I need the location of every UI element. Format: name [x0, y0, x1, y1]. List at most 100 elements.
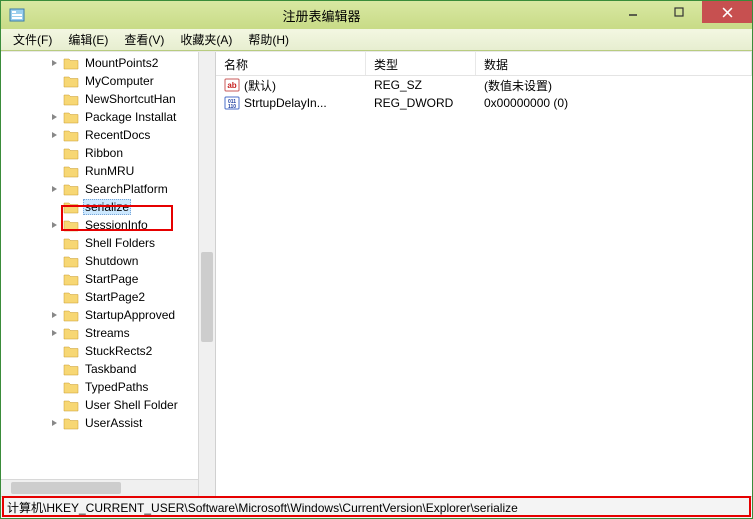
value-type: REG_DWORD: [366, 96, 476, 110]
expand-icon[interactable]: [49, 58, 60, 69]
folder-icon: [63, 93, 79, 106]
close-button[interactable]: [702, 1, 752, 23]
tree-item[interactable]: MountPoints2: [1, 54, 215, 72]
tree-item[interactable]: TypedPaths: [1, 378, 215, 396]
tree-item[interactable]: SessionInfo: [1, 216, 215, 234]
tree-item[interactable]: StartPage2: [1, 288, 215, 306]
minimize-icon: [628, 7, 638, 17]
tree-item[interactable]: Shell Folders: [1, 234, 215, 252]
string-value-icon: [224, 77, 240, 93]
maximize-button[interactable]: [656, 1, 702, 23]
tree-item[interactable]: NewShortcutHan: [1, 90, 215, 108]
expand-icon[interactable]: [49, 418, 60, 429]
tree-item-label: RunMRU: [83, 164, 136, 178]
tree-item-label: StartupApproved: [83, 308, 177, 322]
list-header: 名称 类型 数据: [216, 52, 752, 76]
tree-item[interactable]: Package Installat: [1, 108, 215, 126]
expand-icon[interactable]: [49, 184, 60, 195]
binary-value-icon: [224, 95, 240, 111]
values-list[interactable]: (默认)REG_SZ(数值未设置) StrtupDelayIn... REG_DWO…: [216, 76, 752, 496]
window-controls: [610, 1, 752, 29]
registry-editor-window: 注册表编辑器 文件(F) 编辑(E) 查看(V) 收藏夹(A) 帮助(H) Mo…: [0, 0, 753, 519]
tree-item[interactable]: StartupApproved: [1, 306, 215, 324]
tree-item[interactable]: serialize: [1, 198, 215, 216]
app-icon: [9, 7, 25, 23]
folder-icon: [63, 75, 79, 88]
tree-item-label: Shell Folders: [83, 236, 157, 250]
tree-item-label: MountPoints2: [83, 56, 160, 70]
expand-icon[interactable]: [49, 130, 60, 141]
tree-item[interactable]: StartPage: [1, 270, 215, 288]
folder-icon: [63, 309, 79, 322]
folder-icon: [63, 129, 79, 142]
folder-icon: [63, 399, 79, 412]
tree-item-label: StuckRects2: [83, 344, 154, 358]
value-name: StrtupDelayIn...: [244, 96, 327, 110]
tree-item-label: Shutdown: [83, 254, 140, 268]
folder-icon: [63, 345, 79, 358]
expand-icon[interactable]: [49, 112, 60, 123]
list-row[interactable]: (默认)REG_SZ(数值未设置): [216, 76, 752, 94]
tree-item[interactable]: SearchPlatform: [1, 180, 215, 198]
folder-icon: [63, 183, 79, 196]
folder-icon: [63, 57, 79, 70]
tree-item-label: Streams: [83, 326, 132, 340]
menu-favorites[interactable]: 收藏夹(A): [172, 29, 240, 50]
scrollbar-thumb[interactable]: [11, 482, 121, 494]
minimize-button[interactable]: [610, 1, 656, 23]
tree-item[interactable]: Taskband: [1, 360, 215, 378]
tree-item-label: Ribbon: [83, 146, 125, 160]
status-bar: 计算机\HKEY_CURRENT_USER\Software\Microsoft…: [1, 496, 752, 518]
tree-item-label: MyComputer: [83, 74, 156, 88]
tree-item-label: TypedPaths: [83, 380, 150, 394]
menu-help[interactable]: 帮助(H): [240, 29, 297, 50]
tree-item-label: Taskband: [83, 362, 138, 376]
value-data: 0x00000000 (0): [476, 96, 752, 110]
menu-view[interactable]: 查看(V): [116, 29, 172, 50]
menu-file[interactable]: 文件(F): [5, 29, 60, 50]
tree-item[interactable]: StuckRects2: [1, 342, 215, 360]
maximize-icon: [674, 7, 684, 17]
column-header-data[interactable]: 数据: [476, 52, 752, 75]
title-bar[interactable]: 注册表编辑器: [1, 1, 752, 29]
menu-bar: 文件(F) 编辑(E) 查看(V) 收藏夹(A) 帮助(H): [1, 29, 752, 51]
tree-item[interactable]: Ribbon: [1, 144, 215, 162]
folder-icon: [63, 273, 79, 286]
list-row[interactable]: StrtupDelayIn... REG_DWORD0x00000000 (0): [216, 94, 752, 112]
tree-horizontal-scrollbar[interactable]: [1, 479, 198, 496]
tree-item[interactable]: Streams: [1, 324, 215, 342]
tree-item-label: StartPage: [83, 272, 140, 286]
tree-item-label: SessionInfo: [83, 218, 150, 232]
menu-edit[interactable]: 编辑(E): [60, 29, 116, 50]
folder-icon: [63, 363, 79, 376]
value-data: (数值未设置): [476, 77, 752, 94]
tree-item-label: StartPage2: [83, 290, 147, 304]
tree-item[interactable]: MyComputer: [1, 72, 215, 90]
column-header-name[interactable]: 名称: [216, 52, 366, 75]
tree-item-label: NewShortcutHan: [83, 92, 178, 106]
expand-icon[interactable]: [49, 310, 60, 321]
tree-item-label: UserAssist: [83, 416, 144, 430]
folder-icon: [63, 255, 79, 268]
tree-item-label: User Shell Folder: [83, 398, 180, 412]
folder-icon: [63, 147, 79, 160]
tree-item[interactable]: RecentDocs: [1, 126, 215, 144]
tree-item[interactable]: RunMRU: [1, 162, 215, 180]
registry-tree[interactable]: MountPoints2 MyComputer NewShortcutHan Pack…: [1, 52, 215, 434]
folder-icon: [63, 165, 79, 178]
folder-icon: [63, 201, 79, 214]
expand-icon[interactable]: [49, 220, 60, 231]
expand-icon[interactable]: [49, 328, 60, 339]
folder-icon: [63, 327, 79, 340]
tree-item[interactable]: User Shell Folder: [1, 396, 215, 414]
scrollbar-thumb[interactable]: [201, 252, 213, 342]
content-area: MountPoints2 MyComputer NewShortcutHan Pack…: [1, 51, 752, 496]
tree-item[interactable]: UserAssist: [1, 414, 215, 432]
value-type: REG_SZ: [366, 78, 476, 92]
folder-icon: [63, 237, 79, 250]
tree-vertical-scrollbar[interactable]: [198, 52, 215, 496]
tree-item-label: RecentDocs: [83, 128, 152, 142]
folder-icon: [63, 381, 79, 394]
tree-item[interactable]: Shutdown: [1, 252, 215, 270]
column-header-type[interactable]: 类型: [366, 52, 476, 75]
